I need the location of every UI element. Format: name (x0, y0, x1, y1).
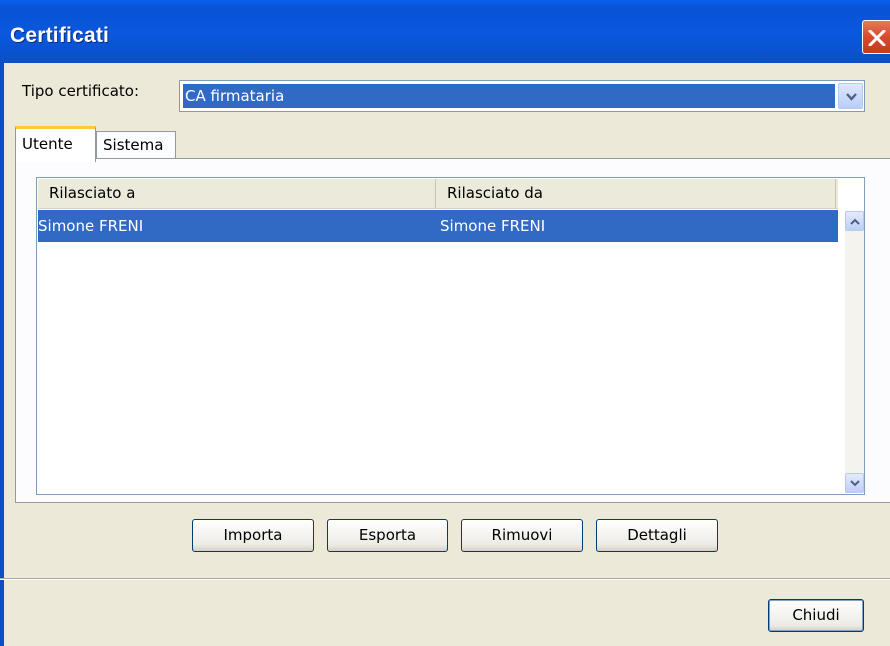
table-row[interactable]: Simone FRENI Simone FRENI (38, 210, 838, 242)
scroll-up-button[interactable] (845, 211, 864, 231)
chevron-up-icon (850, 218, 860, 225)
table-header: Rilasciato a Rilasciato da (38, 179, 838, 209)
column-header-rilasciato-a[interactable]: Rilasciato a (38, 179, 436, 208)
tipo-certificato-select[interactable]: CA firmataria (179, 80, 865, 112)
tipo-certificato-value: CA firmataria (183, 84, 835, 108)
close-button[interactable] (862, 20, 890, 54)
vertical-scrollbar[interactable] (845, 211, 864, 493)
window-title: Certificati (10, 24, 110, 47)
close-icon (868, 30, 886, 46)
certificates-table: Rilasciato a Rilasciato da Simone FRENI … (36, 177, 865, 495)
importa-button[interactable]: Importa (192, 519, 314, 552)
tab-utente[interactable]: Utente (15, 126, 96, 162)
rimuovi-button[interactable]: Rimuovi (461, 519, 583, 552)
chevron-down-icon (846, 93, 857, 101)
separator (0, 578, 890, 580)
tab-sistema[interactable]: Sistema (96, 131, 176, 159)
title-bar[interactable]: Certificati (0, 0, 890, 63)
chiudi-button[interactable]: Chiudi (768, 599, 864, 632)
esporta-button[interactable]: Esporta (327, 519, 448, 552)
tab-utente-label: Utente (22, 135, 73, 153)
dettagli-button[interactable]: Dettagli (596, 519, 718, 552)
window-frame-left (0, 63, 4, 646)
tipo-certificato-label: Tipo certificato: (22, 82, 140, 100)
cell-issued-to: Simone FRENI (38, 217, 144, 235)
scroll-down-button[interactable] (845, 473, 864, 493)
tab-sistema-label: Sistema (103, 136, 164, 154)
cell-issued-by: Simone FRENI (440, 217, 546, 235)
chevron-down-icon (850, 480, 860, 487)
column-header-rilasciato-da[interactable]: Rilasciato da (436, 179, 836, 208)
combo-dropdown-button[interactable] (838, 83, 863, 109)
